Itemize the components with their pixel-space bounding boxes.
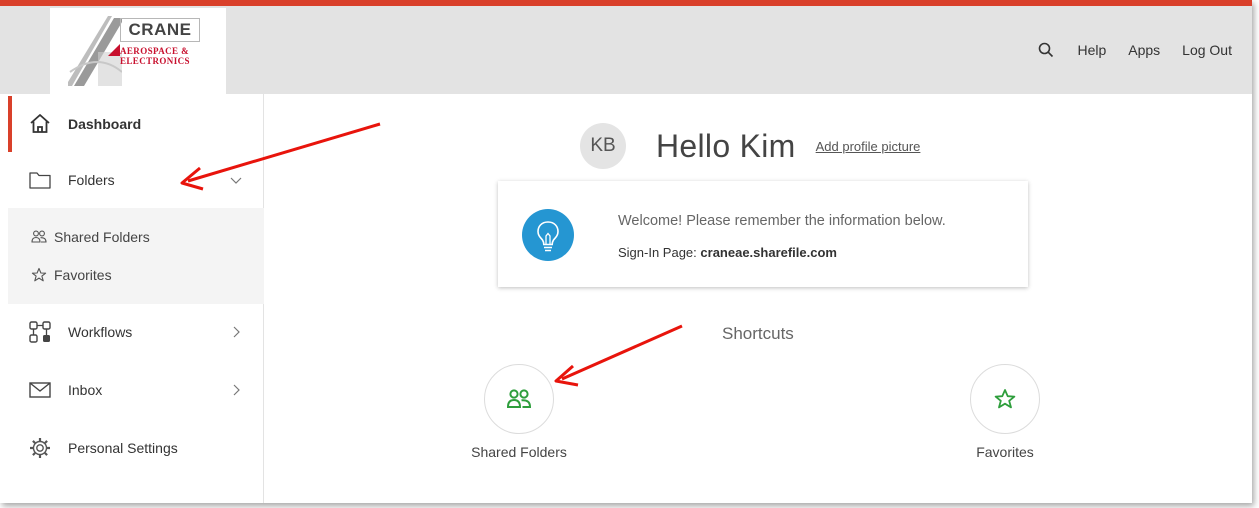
sidebar-item-label: Inbox bbox=[68, 382, 103, 398]
sidebar-item-label: Dashboard bbox=[68, 116, 142, 132]
chevron-down-icon[interactable] bbox=[230, 174, 242, 186]
welcome-card: Welcome! Please remember the information… bbox=[498, 181, 1028, 287]
shortcut-shared-folders[interactable]: Shared Folders bbox=[449, 364, 589, 460]
mail-icon bbox=[29, 382, 51, 398]
app-window: CRANE AEROSPACE & ELECTRONICS Help Apps … bbox=[0, 0, 1252, 503]
sidebar-item-label: Personal Settings bbox=[68, 440, 178, 456]
shortcut-circle[interactable] bbox=[970, 364, 1040, 434]
add-profile-picture-link[interactable]: Add profile picture bbox=[816, 139, 921, 154]
sidebar-item-workflows[interactable]: Workflows bbox=[8, 304, 264, 360]
logo-triangle-icon bbox=[108, 44, 120, 56]
header: CRANE AEROSPACE & ELECTRONICS Help Apps … bbox=[0, 6, 1252, 94]
shortcuts-heading: Shortcuts bbox=[722, 324, 794, 343]
greeting-row: KB Hello Kim Add profile picture bbox=[580, 122, 920, 170]
folder-icon bbox=[29, 172, 51, 189]
star-icon bbox=[994, 389, 1016, 409]
home-icon bbox=[30, 114, 50, 133]
gear-icon bbox=[30, 438, 50, 458]
sidebar-item-label: Workflows bbox=[68, 324, 133, 340]
logo[interactable]: CRANE AEROSPACE & ELECTRONICS bbox=[50, 8, 226, 94]
welcome-message: Welcome! Please remember the information… bbox=[618, 213, 946, 229]
shortcut-circle[interactable] bbox=[484, 364, 554, 434]
signin-info: Sign-In Page: craneae.sharefile.com bbox=[618, 245, 837, 260]
logo-subtitle: AEROSPACE & ELECTRONICS bbox=[120, 46, 190, 66]
header-nav: Help Apps Log Out bbox=[1037, 6, 1232, 94]
shortcut-favorites[interactable]: Favorites bbox=[935, 364, 1075, 460]
lightbulb-icon bbox=[537, 221, 559, 252]
sidebar-item-shared-folders[interactable]: Shared Folders bbox=[8, 218, 264, 256]
chevron-right-icon[interactable] bbox=[230, 384, 242, 396]
shortcut-label: Shared Folders bbox=[471, 444, 567, 460]
chevron-right-icon[interactable] bbox=[230, 326, 242, 338]
workflows-icon bbox=[29, 321, 51, 343]
log-out-link[interactable]: Log Out bbox=[1182, 42, 1232, 58]
sidebar-subitem-label: Shared Folders bbox=[54, 229, 150, 245]
greeting-title: Hello Kim bbox=[656, 127, 796, 164]
logo-wordmark: CRANE bbox=[128, 20, 192, 39]
people-icon bbox=[31, 230, 47, 243]
sidebar-item-favorites[interactable]: Favorites bbox=[8, 256, 264, 294]
sidebar-item-inbox[interactable]: Inbox bbox=[8, 362, 264, 418]
signin-url: craneae.sharefile.com bbox=[700, 245, 837, 260]
dashboard-main: KB Hello Kim Add profile picture Welcome… bbox=[264, 94, 1252, 503]
star-icon bbox=[31, 267, 47, 282]
sidebar-item-label: Folders bbox=[68, 172, 115, 188]
sidebar: Dashboard Folders Shared Folders Favorit… bbox=[8, 94, 264, 503]
sidebar-item-dashboard[interactable]: Dashboard bbox=[8, 96, 264, 152]
sidebar-item-personal-settings[interactable]: Personal Settings bbox=[8, 420, 264, 476]
signin-label: Sign-In Page: bbox=[618, 245, 697, 260]
help-link[interactable]: Help bbox=[1077, 42, 1106, 58]
apps-link[interactable]: Apps bbox=[1128, 42, 1160, 58]
logo-subtitle-line2: ELECTRONICS bbox=[120, 56, 190, 66]
info-badge bbox=[522, 209, 574, 261]
sidebar-item-folders[interactable]: Folders bbox=[8, 152, 264, 208]
search-icon[interactable] bbox=[1037, 41, 1055, 59]
avatar[interactable]: KB bbox=[580, 123, 626, 169]
shortcut-label: Favorites bbox=[976, 444, 1034, 460]
people-icon bbox=[506, 389, 532, 408]
folders-submenu: Shared Folders Favorites bbox=[8, 208, 264, 304]
logo-subtitle-line1: AEROSPACE & bbox=[120, 46, 189, 56]
sidebar-subitem-label: Favorites bbox=[54, 267, 112, 283]
